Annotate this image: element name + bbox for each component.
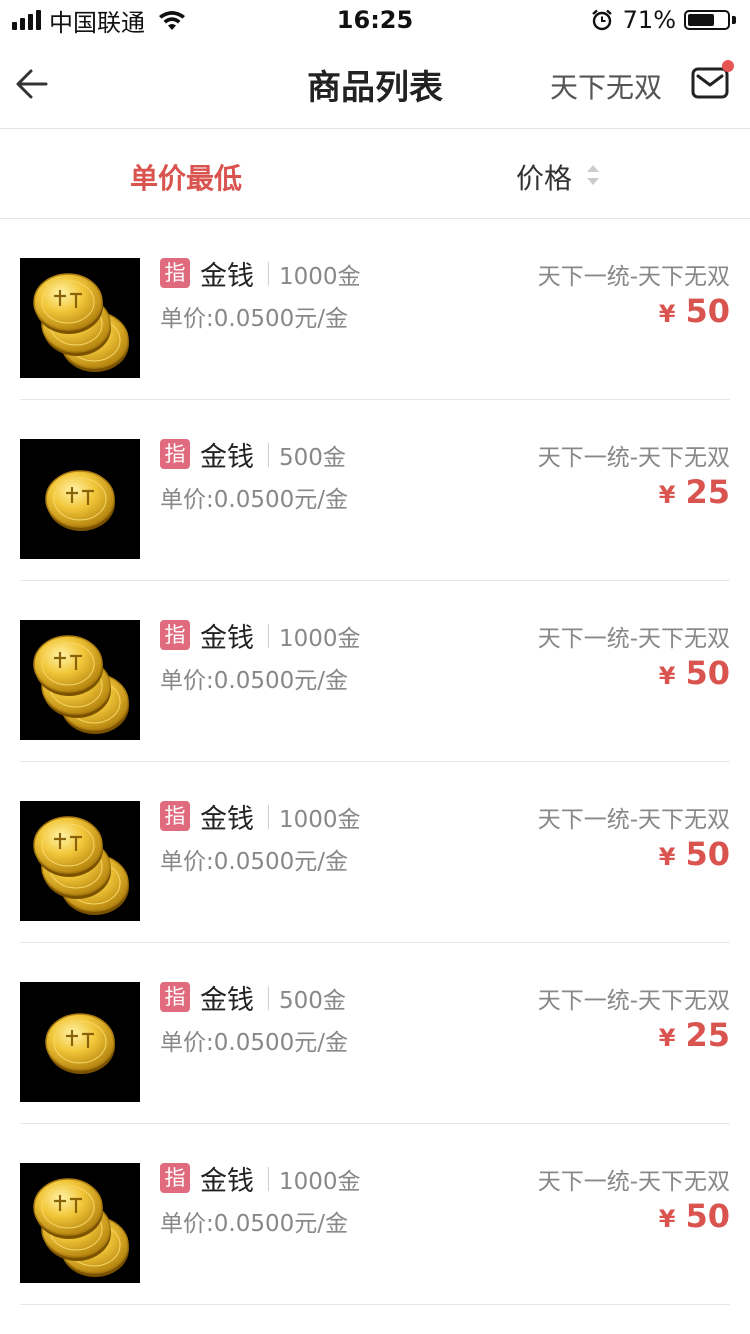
price-value: 50	[685, 835, 730, 873]
product-name: 金钱	[200, 261, 254, 292]
server-name: 天下一统-天下无双	[537, 988, 730, 1014]
price: ¥50	[659, 654, 730, 692]
product-list: 指金钱 1000金 单价:0.0500元/金 天下一统-天下无双 ¥50 指金钱 500金单…	[0, 219, 750, 1305]
price: ¥25	[659, 473, 730, 511]
list-item[interactable]: 指金钱 1000金 单价:0.0500元/金 天下一统-天下无双 ¥50	[0, 1124, 750, 1305]
price-value: 50	[685, 1197, 730, 1235]
server-name: 天下一统-天下无双	[537, 626, 730, 652]
divider	[268, 986, 269, 1010]
price-value: 25	[685, 473, 730, 511]
tag-badge: 指	[160, 620, 190, 650]
list-item[interactable]: 指金钱 500金 单价:0.0500元/金 天下一统-天下无双 ¥25	[0, 400, 750, 581]
currency-symbol: ¥	[658, 1024, 676, 1052]
sort-bar: 单价最低 价格	[0, 129, 750, 219]
product-thumbnail	[20, 982, 140, 1102]
product-thumbnail	[20, 801, 140, 921]
gold-coin-image	[33, 635, 129, 734]
server-name: 天下一统-天下无双	[537, 264, 730, 290]
divider	[268, 1167, 269, 1191]
divider	[268, 262, 269, 286]
gold-coin-image	[45, 1013, 115, 1074]
list-item[interactable]: 指金钱 1000金 单价:0.0500元/金 天下一统-天下无双 ¥50	[0, 762, 750, 943]
divider	[268, 624, 269, 648]
sort-price[interactable]: 价格	[516, 157, 572, 197]
list-item[interactable]: 指金钱 500金 单价:0.0500元/金 天下一统-天下无双 ¥25	[0, 943, 750, 1124]
product-amount: 1000金	[279, 807, 361, 833]
sort-lowest-unit-price[interactable]: 单价最低	[0, 157, 372, 197]
alarm-clock-icon	[591, 9, 612, 31]
unit-price: 单价:0.0500元/金	[160, 487, 348, 513]
divider	[268, 443, 269, 467]
list-item[interactable]: 指金钱 1000金 单价:0.0500元/金 天下一统-天下无双 ¥50	[0, 581, 750, 762]
row-divider	[20, 1304, 730, 1305]
product-thumbnail	[20, 620, 140, 740]
gold-coin-image	[45, 470, 115, 531]
currency-symbol: ¥	[658, 300, 676, 328]
unit-price: 单价:0.0500元/金	[160, 1030, 348, 1056]
product-thumbnail	[20, 258, 140, 378]
unit-price: 单价:0.0500元/金	[160, 1211, 348, 1237]
product-thumbnail	[20, 1163, 140, 1283]
status-bar: 中国联通 16:25 71%	[0, 0, 750, 40]
product-name: 金钱	[200, 442, 254, 473]
status-right: 71%	[591, 6, 736, 34]
battery-tip	[732, 16, 736, 24]
currency-symbol: ¥	[658, 1205, 676, 1233]
price-value: 50	[685, 654, 730, 692]
list-item[interactable]: 指金钱 1000金 单价:0.0500元/金 天下一统-天下无双 ¥50	[0, 219, 750, 400]
product-thumbnail	[20, 439, 140, 559]
battery-fill	[688, 14, 714, 26]
gold-coin-image	[33, 273, 129, 372]
tag-badge: 指	[160, 258, 190, 288]
server-name: 天下一统-天下无双	[537, 445, 730, 471]
price: ¥50	[659, 835, 730, 873]
battery-icon	[684, 10, 730, 30]
product-amount: 500金	[279, 445, 346, 471]
nav-bar: 商品列表 天下无双	[0, 40, 750, 129]
battery-percent: 71%	[622, 6, 676, 34]
product-amount: 500金	[279, 988, 346, 1014]
price: ¥50	[659, 292, 730, 330]
currency-symbol: ¥	[658, 843, 676, 871]
server-name: 天下一统-天下无双	[537, 1169, 730, 1195]
server-name: 天下一统-天下无双	[537, 807, 730, 833]
server-selector[interactable]: 天下无双	[550, 66, 662, 106]
sort-arrows-icon[interactable]	[586, 163, 600, 187]
price-value: 25	[685, 1016, 730, 1054]
product-amount: 1000金	[279, 264, 361, 290]
tag-badge: 指	[160, 982, 190, 1012]
unit-price: 单价:0.0500元/金	[160, 849, 348, 875]
price: ¥50	[659, 1197, 730, 1235]
price-value: 50	[685, 292, 730, 330]
product-name: 金钱	[200, 623, 254, 654]
gold-coin-image	[33, 1178, 129, 1277]
divider	[268, 805, 269, 829]
price: ¥25	[659, 1016, 730, 1054]
product-name: 金钱	[200, 1166, 254, 1197]
product-amount: 1000金	[279, 1169, 361, 1195]
product-name: 金钱	[200, 985, 254, 1016]
tag-badge: 指	[160, 1163, 190, 1193]
unit-price: 单价:0.0500元/金	[160, 668, 348, 694]
tag-badge: 指	[160, 801, 190, 831]
notification-dot	[722, 60, 734, 72]
currency-symbol: ¥	[658, 481, 676, 509]
gold-coin-image	[33, 816, 129, 915]
unit-price: 单价:0.0500元/金	[160, 306, 348, 332]
product-name: 金钱	[200, 804, 254, 835]
tag-badge: 指	[160, 439, 190, 469]
product-amount: 1000金	[279, 626, 361, 652]
currency-symbol: ¥	[658, 662, 676, 690]
